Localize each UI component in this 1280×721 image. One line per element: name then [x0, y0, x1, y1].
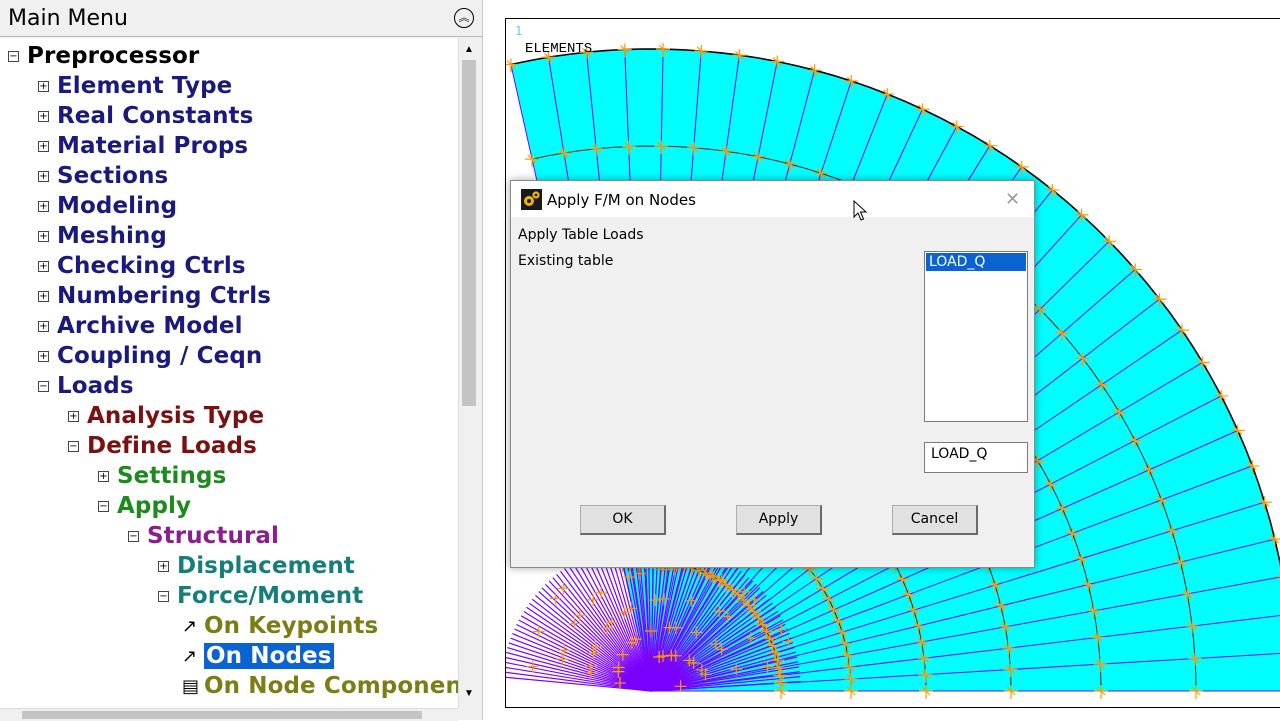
menu-horizontal-scrollbar[interactable] [0, 708, 458, 721]
tree-item-on-nodes[interactable]: ↗ On Nodes [182, 641, 334, 671]
tree-item-displacement[interactable]: + Displacement [158, 551, 355, 581]
existing-table-label: Existing table [518, 253, 614, 269]
tree-item-settings[interactable]: + Settings [98, 461, 226, 491]
ansys-gear-icon [521, 189, 542, 210]
tree-item-material-props[interactable]: + Material Props [38, 131, 248, 161]
tree-item-modeling[interactable]: + Modeling [38, 191, 177, 221]
collapse-box-icon[interactable]: − [8, 50, 19, 62]
tree-item-label: On Node Component [204, 673, 458, 699]
tree-item-label: Numbering Ctrls [57, 283, 272, 309]
tree-item-label: Real Constants [57, 103, 254, 129]
tree-item-sections[interactable]: + Sections [38, 161, 168, 191]
tree-item-element-type[interactable]: + Element Type [38, 71, 232, 101]
expand-box-icon[interactable]: + [38, 80, 49, 92]
dialog-heading: Apply Table Loads [518, 227, 644, 243]
tree-item-label: Apply [117, 493, 192, 519]
arrow-cursor-icon [853, 200, 867, 221]
cancel-button[interactable]: Cancel [892, 505, 978, 535]
expand-box-icon[interactable]: + [38, 320, 49, 332]
tree-item-loads[interactable]: − Loads [38, 371, 134, 401]
collapse-box-icon[interactable]: − [38, 380, 49, 392]
plot-label: ELEMENTS [525, 41, 593, 57]
collapse-menu-icon[interactable]: ︽ [454, 8, 474, 28]
tree-item-label: Material Props [57, 133, 249, 159]
scrollbar-thumb[interactable] [462, 60, 476, 406]
tree-item-label: Displacement [177, 553, 355, 579]
ok-button[interactable]: OK [580, 505, 666, 535]
collapse-box-icon[interactable]: − [158, 590, 169, 602]
horizontal-scrollbar-thumb[interactable] [22, 711, 422, 719]
tree-item-label: Settings [117, 463, 227, 489]
tree-item-structural[interactable]: − Structural [128, 521, 279, 551]
collapse-box-icon[interactable]: − [128, 530, 139, 542]
apply-fm-dialog: Apply F/M on Nodes ✕ Apply Table Loads E… [510, 180, 1035, 568]
tree-item-on-node-component[interactable]: ▤ On Node Component [182, 671, 458, 701]
expand-box-icon[interactable]: + [38, 260, 49, 272]
main-menu-panel: Main Menu ︽ − Preprocessor + Element Type + R… [0, 0, 483, 721]
tree-item-checking-ctrls[interactable]: + Checking Ctrls [38, 251, 246, 281]
tree-item-label: Element Type [57, 73, 233, 99]
main-menu-header: Main Menu ︽ [0, 0, 482, 37]
existing-table-list[interactable]: LOAD_Q [924, 251, 1028, 422]
collapse-box-icon[interactable]: − [68, 440, 79, 452]
expand-box-icon[interactable]: + [38, 200, 49, 212]
expand-box-icon[interactable]: + [98, 470, 109, 482]
expand-box-icon[interactable]: + [38, 170, 49, 182]
arrow-pick-icon: ↗ [182, 615, 198, 637]
dialog-title: Apply F/M on Nodes [547, 191, 696, 209]
tree-item-label: Meshing [57, 223, 167, 249]
tree-item-label: Sections [57, 163, 169, 189]
collapse-box-icon[interactable]: − [98, 500, 109, 512]
table-option-load-q[interactable]: LOAD_Q [926, 253, 1026, 271]
expand-box-icon[interactable]: + [38, 110, 49, 122]
arrow-pick-icon: ↗ [182, 645, 198, 667]
close-icon[interactable]: ✕ [1005, 189, 1020, 210]
nodal-load-symbol [532, 625, 545, 638]
table-name-field[interactable]: LOAD_Q [924, 442, 1028, 473]
tree-item-archive-model[interactable]: + Archive Model [38, 311, 243, 341]
tree-item-force-moment[interactable]: − Force/Moment [158, 581, 363, 611]
tree-item-define-loads[interactable]: − Define Loads [68, 431, 257, 461]
tree-item-preprocessor[interactable]: − Preprocessor [8, 41, 199, 71]
expand-box-icon[interactable]: + [158, 560, 169, 572]
tree-item-label: Define Loads [87, 433, 257, 459]
tree-item-label: Force/Moment [177, 583, 364, 609]
tree-item-label: Loads [57, 373, 134, 399]
main-menu-title: Main Menu [8, 6, 128, 31]
menu-vertical-scrollbar[interactable]: ▲ ▼ [458, 38, 479, 708]
expand-box-icon[interactable]: + [38, 290, 49, 302]
tree-item-real-constants[interactable]: + Real Constants [38, 101, 253, 131]
tree-item-label: Archive Model [57, 313, 243, 339]
tree-item-numbering-ctrls[interactable]: + Numbering Ctrls [38, 281, 271, 311]
tree-item-on-keypoints[interactable]: ↗ On Keypoints [182, 611, 378, 641]
menu-tree: − Preprocessor + Element Type + Real Constant… [0, 38, 458, 708]
dialog-titlebar[interactable]: Apply F/M on Nodes ✕ [511, 181, 1034, 217]
tree-item-label: Preprocessor [27, 43, 200, 69]
expand-box-icon[interactable]: + [38, 230, 49, 242]
tree-item-coupling-ceqn[interactable]: + Coupling / Ceqn [38, 341, 262, 371]
tree-item-analysis-type[interactable]: + Analysis Type [68, 401, 264, 431]
expand-box-icon[interactable]: + [38, 350, 49, 362]
tree-item-label: Structural [147, 523, 280, 549]
tree-item-apply[interactable]: − Apply [98, 491, 191, 521]
tree-item-label: Analysis Type [87, 403, 265, 429]
dialog-box-icon: ▤ [182, 675, 200, 697]
tree-item-meshing[interactable]: + Meshing [38, 221, 167, 251]
apply-button[interactable]: Apply [736, 505, 822, 535]
tree-item-label: On Nodes [204, 643, 334, 669]
expand-box-icon[interactable]: + [68, 410, 79, 422]
tree-item-label: Coupling / Ceqn [57, 343, 263, 369]
nodal-load-symbol [600, 622, 613, 635]
tree-item-label: Checking Ctrls [57, 253, 246, 279]
scroll-down-arrow-icon[interactable]: ▼ [459, 684, 479, 704]
scroll-up-arrow-icon[interactable]: ▲ [459, 40, 479, 60]
tree-item-label: On Keypoints [204, 613, 379, 639]
window-number: 1 [515, 24, 523, 38]
tree-item-label: Modeling [57, 193, 178, 219]
expand-box-icon[interactable]: + [38, 140, 49, 152]
